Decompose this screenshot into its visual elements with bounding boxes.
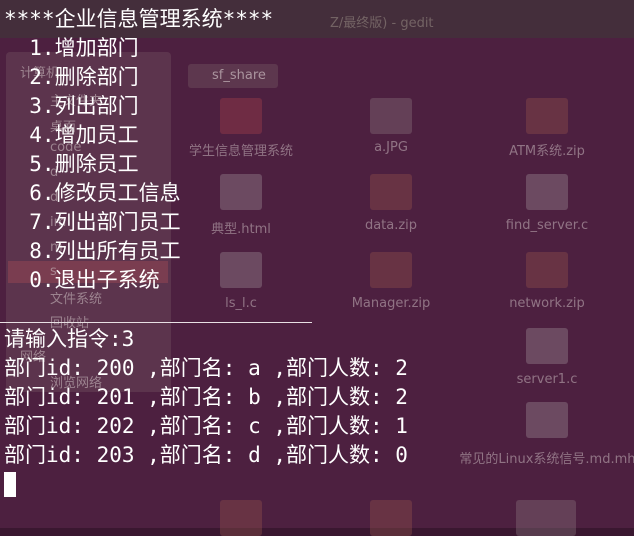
menu-item: 4.增加员工 xyxy=(4,123,139,147)
output-line: 部门id: 201 ,部门名: b ,部门人数: 2 xyxy=(4,385,408,409)
text-cursor xyxy=(4,472,16,497)
output-line: 部门id: 202 ,部门名: c ,部门人数: 1 xyxy=(4,414,408,438)
menu-item: 3.列出部门 xyxy=(4,94,139,118)
menu-item: 1.增加部门 xyxy=(4,36,139,60)
menu-item: 5.删除员工 xyxy=(4,152,139,176)
output-line: 部门id: 203 ,部门名: d ,部门人数: 0 xyxy=(4,443,408,467)
menu-title: ****企业信息管理系统**** xyxy=(4,7,274,31)
menu-item: 6.修改员工信息 xyxy=(4,181,181,205)
menu-item: 0.退出子系统 xyxy=(4,268,160,292)
terminal-output[interactable]: ****企业信息管理系统**** 1.增加部门 2.删除部门 3.列出部门 4.… xyxy=(0,0,634,528)
menu-divider xyxy=(0,322,312,323)
menu-item: 8.列出所有员工 xyxy=(4,239,181,263)
command-prompt: 请输入指令:3 xyxy=(4,327,135,351)
output-line: 部门id: 200 ,部门名: a ,部门人数: 2 xyxy=(4,356,408,380)
menu-item: 7.列出部门员工 xyxy=(4,210,181,234)
menu-item: 2.删除部门 xyxy=(4,65,139,89)
